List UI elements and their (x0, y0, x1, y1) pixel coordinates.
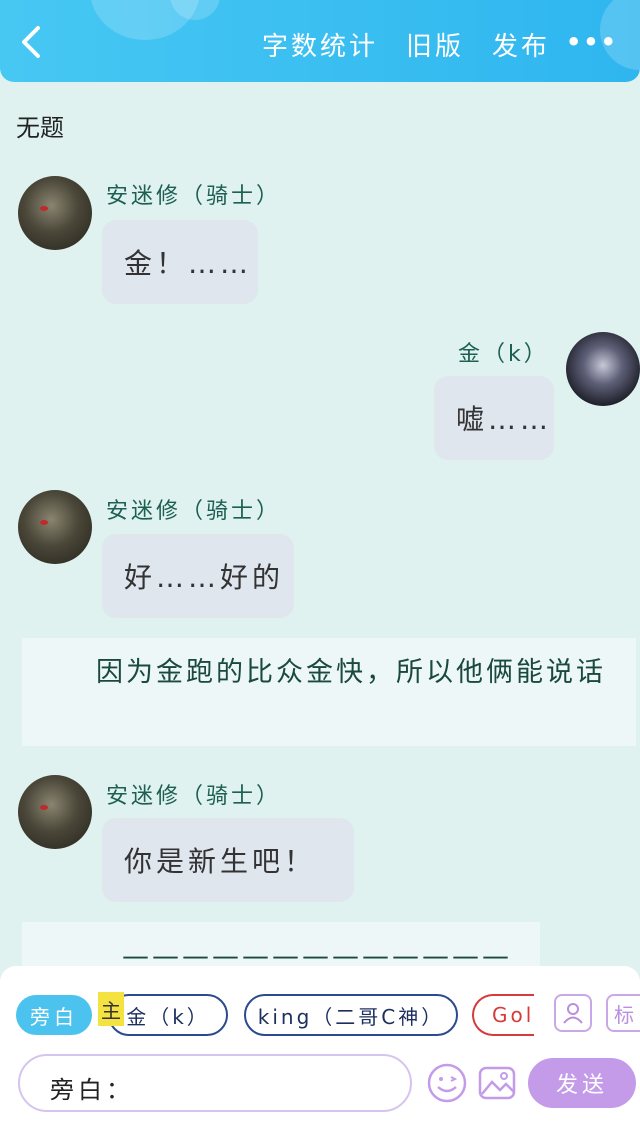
narration-block[interactable]: 因为金跑的比众金快，所以他俩能说话 (22, 638, 636, 746)
image-icon[interactable] (476, 1062, 518, 1104)
avatar-eye-detail (40, 206, 48, 211)
character-chip-row: 旁白 主 金（k） king（二哥C神） Gold 标 (16, 992, 640, 1038)
speaker-name: 安迷修（骑士） (106, 184, 282, 209)
old-version-button[interactable]: 旧版 (406, 26, 464, 63)
message-input[interactable]: 旁白： (18, 1054, 412, 1112)
avatar-eye-detail (40, 520, 48, 525)
character-chip-king[interactable]: king（二哥C神） (244, 994, 458, 1036)
message-bubble[interactable]: 你是新生吧！ (102, 818, 354, 902)
publish-button[interactable]: 发布 (492, 26, 550, 63)
speaker-name: 金（k） (458, 342, 549, 367)
avatar[interactable] (18, 490, 92, 564)
speaker-name: 安迷修（骑士） (106, 784, 282, 809)
header-actions: 字数统计 旧版 发布 (262, 26, 550, 63)
message-bubble[interactable]: 嘘…… (434, 376, 554, 460)
person-card-icon[interactable] (554, 994, 592, 1032)
input-speaker-label: 旁白： (50, 1076, 134, 1104)
avatar[interactable] (18, 176, 92, 250)
person-card-icon-glyph (563, 1003, 583, 1024)
top-bar: 字数统计 旧版 发布 ••• (0, 0, 640, 82)
word-count-button[interactable]: 字数统计 (262, 26, 378, 63)
message-bubble[interactable]: 金！…… (102, 220, 258, 304)
page-title: 无题 (16, 114, 64, 142)
message-bubble[interactable]: 好……好的 (102, 534, 294, 618)
avatar[interactable] (566, 332, 640, 406)
narration-chip[interactable]: 旁白 (16, 995, 92, 1035)
composer-panel: 旁白 主 金（k） king（二哥C神） Gold 标 旁白： 发送 (0, 966, 640, 1126)
tag-icon[interactable]: 标 (606, 994, 640, 1032)
more-menu-icon[interactable]: ••• (566, 28, 618, 56)
back-arrow-icon[interactable] (16, 24, 46, 60)
character-chip-jin[interactable]: 金（k） (108, 994, 228, 1036)
emoji-icon[interactable] (426, 1062, 468, 1104)
avatar[interactable] (18, 775, 92, 849)
send-button[interactable]: 发送 (528, 1058, 636, 1108)
avatar-eye-detail (40, 805, 48, 810)
speaker-name: 安迷修（骑士） (106, 499, 282, 524)
main-character-tag: 主 (98, 992, 124, 1026)
character-chip-gold[interactable]: Gold (472, 994, 534, 1036)
